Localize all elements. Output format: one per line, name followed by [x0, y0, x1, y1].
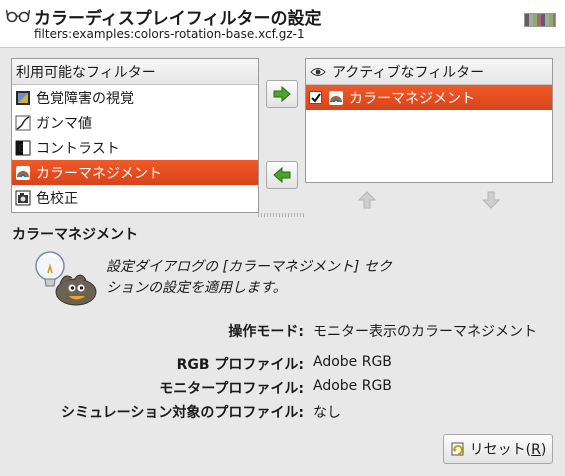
active-filters-header[interactable]: アクティブなフィルター — [306, 59, 552, 85]
reset-button[interactable]: リセット(R) — [443, 434, 553, 464]
active-filters-list[interactable]: アクティブなフィルター カラーマネジメント — [305, 58, 553, 183]
color-deficient-icon — [15, 90, 31, 106]
add-arrow-right-icon — [273, 86, 291, 102]
color-management-icon — [328, 90, 344, 106]
gamma-curve-icon — [15, 115, 31, 131]
prop-label-simulation-profile: シミュレーション対象のプロファイル: — [60, 405, 304, 421]
prop-value-mode: モニター表示のカラーマネジメント — [313, 324, 537, 340]
prop-label-mode: 操作モード: — [228, 324, 304, 340]
list-item-color-deficient[interactable]: 色覚障害の視覚 — [12, 85, 258, 110]
available-filters-list[interactable]: 利用可能なフィルター 色覚障害の視覚 ガンマ値 コントラスト カラーマネジメント… — [11, 58, 259, 213]
remove-arrow-left-icon — [273, 167, 291, 183]
details-title: カラーマネジメント — [12, 227, 138, 243]
list-item-label: 色校正 — [36, 190, 78, 207]
eye-icon — [310, 66, 326, 78]
active-filters-header-label: アクティブなフィルター — [332, 64, 485, 81]
available-filters-header-label: 利用可能なフィルター — [16, 64, 156, 81]
glasses-icon — [6, 9, 30, 23]
dialog-header: カラーディスプレイフィルターの設定 filters:examples:color… — [0, 0, 565, 48]
list-item-label: ガンマ値 — [36, 115, 92, 132]
available-filters-header[interactable]: 利用可能なフィルター — [12, 59, 258, 85]
list-item-label: 色覚障害の視覚 — [36, 90, 134, 107]
list-item-label: コントラスト — [36, 140, 120, 157]
dialog-title: カラーディスプレイフィルターの設定 — [34, 9, 322, 29]
remove-filter-button[interactable] — [266, 161, 298, 189]
proof-icon — [15, 190, 31, 206]
list-item-proof[interactable]: 色校正 — [12, 185, 258, 210]
checkmark-icon — [310, 92, 321, 103]
color-management-icon — [15, 165, 31, 181]
list-item-label: カラーマネジメント — [349, 90, 475, 107]
list-item-color-management[interactable]: カラーマネジメント — [12, 160, 258, 185]
prop-value-simulation-profile: なし — [313, 405, 341, 421]
contrast-icon — [15, 140, 31, 156]
add-filter-button[interactable] — [266, 80, 298, 108]
list-item-label: カラーマネジメント — [36, 165, 162, 182]
enable-checkbox[interactable] — [309, 91, 322, 104]
list-item-contrast[interactable]: コントラスト — [12, 135, 258, 160]
reset-icon — [451, 442, 464, 456]
details-description: 設定ダイアログの [カラーマネジメント] セクションの設定を適用します。 — [106, 259, 392, 296]
move-up-icon[interactable] — [357, 191, 377, 209]
prop-value-monitor-profile: Adobe RGB — [313, 378, 392, 394]
prop-value-rgb-profile: Adobe RGB — [313, 354, 392, 370]
reset-button-label: リセット(R) — [469, 442, 547, 458]
active-list-item-color-management[interactable]: カラーマネジメント — [306, 85, 552, 110]
prop-label-monitor-profile: モニタープロファイル: — [159, 381, 304, 397]
prop-label-rgb-profile: RGB プロファイル: — [176, 357, 304, 373]
list-item-gamma[interactable]: ガンマ値 — [12, 110, 258, 135]
image-thumbnail — [524, 13, 556, 27]
pane-splitter-handle[interactable] — [258, 213, 306, 217]
wilber-hint-icon — [35, 251, 97, 306]
move-down-icon[interactable] — [481, 191, 501, 209]
dialog-subtitle: filters:examples:colors-rotation-base.xc… — [34, 27, 305, 41]
